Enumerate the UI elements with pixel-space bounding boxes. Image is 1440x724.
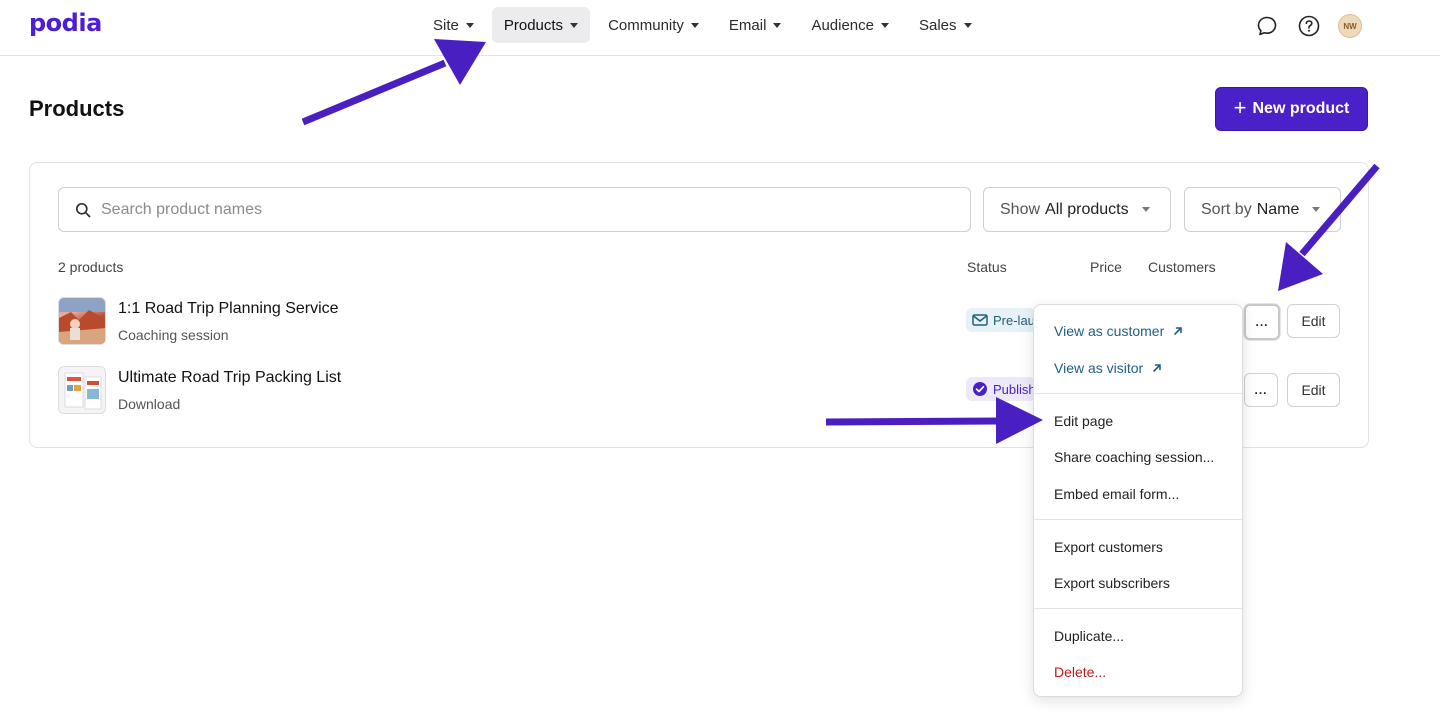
nav-label: Audience [811,16,874,34]
caret-down-icon [690,23,699,28]
sort-value: Name [1256,200,1300,218]
status-badge: Pre-launch [966,308,1036,332]
menu-item-export-customers[interactable]: Export customers [1054,539,1163,555]
product-name[interactable]: Ultimate Road Trip Packing List [118,369,341,387]
more-actions-button[interactable]: ... [1244,373,1278,407]
product-thumbnail [58,366,106,414]
caret-down-icon [570,23,579,28]
nav-label: Community [608,16,684,34]
product-thumbnail [58,297,106,345]
caret-down-icon [465,23,474,28]
nav-item-audience[interactable]: Audience [799,7,901,43]
product-name[interactable]: 1:1 Road Trip Planning Service [118,300,339,318]
status-text: Published [993,381,1036,397]
nav-item-sales[interactable]: Sales [907,7,984,43]
product-type: Download [118,396,181,412]
menu-item-view-as-customer[interactable]: View as customer [1054,323,1184,339]
top-navigation-bar: podia Site Products Community Email Audi… [0,0,1440,56]
nav-label: Sales [919,16,957,34]
nav-item-products[interactable]: Products [491,7,591,43]
page-title: Products [29,96,125,121]
menu-item-view-as-visitor[interactable]: View as visitor [1054,360,1163,376]
chat-bubble-icon[interactable] [1254,13,1280,39]
search-box[interactable] [58,187,971,232]
search-input[interactable] [101,200,951,219]
menu-label: View as customer [1054,323,1165,339]
edit-button[interactable]: Edit [1287,373,1340,407]
menu-item-delete[interactable]: Delete... [1054,664,1106,680]
menu-divider [1034,393,1242,394]
menu-item-duplicate[interactable]: Duplicate... [1054,628,1124,644]
menu-item-share-coaching-session[interactable]: Share coaching session... [1054,449,1214,465]
nav-item-email[interactable]: Email [717,7,794,43]
external-link-icon [1153,364,1162,372]
nav-label: Site [433,16,459,34]
check-circle-icon [973,382,987,396]
nav-item-site[interactable]: Site [421,7,486,43]
product-actions-menu: View as customer View as visitor Edit pa… [1033,304,1243,697]
caret-down-icon [773,23,782,28]
column-header-status: Status [967,259,1007,275]
menu-divider [1034,519,1242,520]
new-product-label: New product [1252,100,1350,117]
new-product-button[interactable]: + New product [1215,87,1368,131]
caret-down-icon [1141,207,1150,212]
menu-item-export-subscribers[interactable]: Export subscribers [1054,575,1170,591]
plus-icon: + [1233,95,1247,120]
podia-logo[interactable]: podia [29,9,102,37]
caret-down-icon [963,23,972,28]
status-badge: Published [966,377,1036,401]
more-actions-button[interactable]: ... [1244,304,1280,340]
nav-label: Email [728,16,767,34]
nav-item-community[interactable]: Community [596,7,711,43]
header-actions: NW [1254,13,1362,39]
sort-prefix: Sort by [1201,200,1252,218]
menu-item-edit-page[interactable]: Edit page [1054,413,1113,429]
column-header-price: Price [1090,259,1122,275]
external-link-icon [1174,327,1183,335]
sort-select[interactable]: Sort by Name [1184,187,1341,232]
menu-item-embed-email-form[interactable]: Embed email form... [1054,486,1179,502]
caret-down-icon [1312,207,1321,212]
nav-label: Products [503,16,564,34]
show-value: All products [1045,200,1129,218]
menu-label: View as visitor [1054,360,1144,376]
status-text: Pre-launch [993,312,1036,328]
user-avatar[interactable]: NW [1338,14,1362,38]
search-icon [75,202,91,217]
question-circle-icon[interactable] [1296,13,1322,39]
main-nav: Site Products Community Email Audience S… [421,7,990,43]
product-count: 2 products [58,259,124,275]
caret-down-icon [881,23,889,28]
product-type: Coaching session [118,327,229,343]
menu-divider [1034,608,1242,609]
show-filter-select[interactable]: Show All products [983,187,1171,232]
envelope-icon [972,314,988,326]
show-prefix: Show [1000,200,1041,218]
column-header-customers: Customers [1148,259,1216,275]
edit-button[interactable]: Edit [1287,304,1340,338]
